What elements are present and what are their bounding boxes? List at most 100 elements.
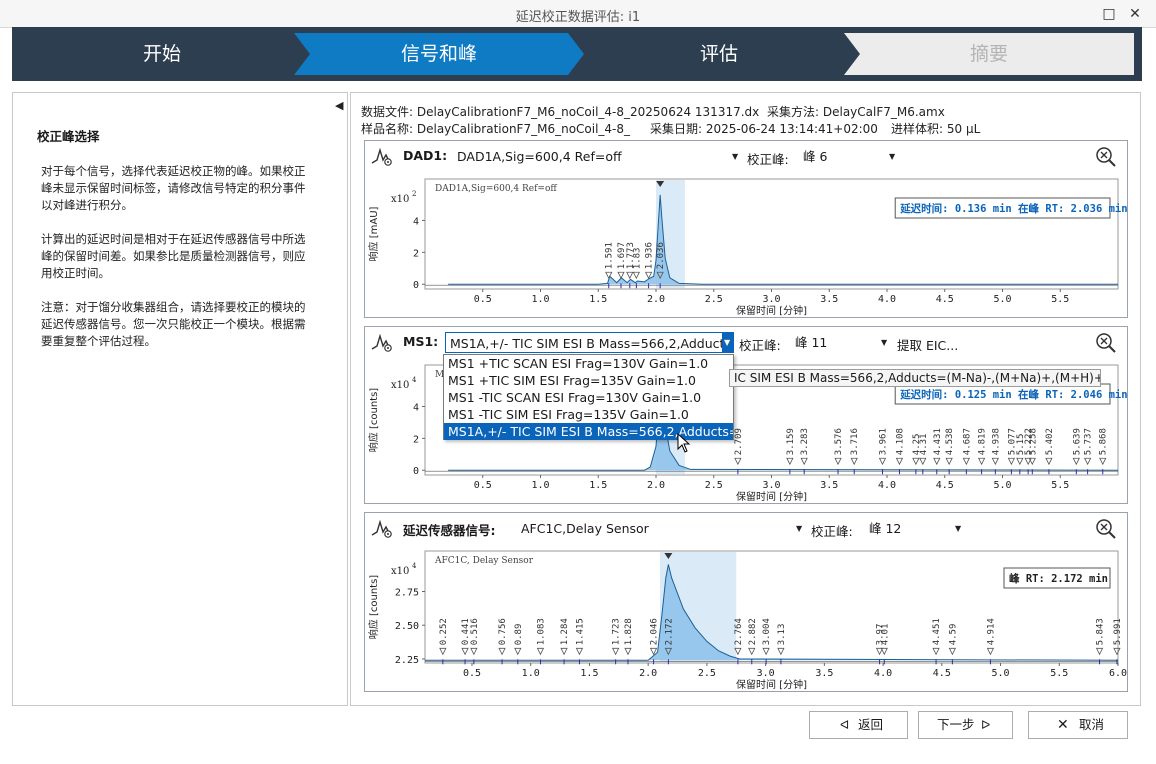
dropdown-option[interactable]: MS1 +TIC SIM ESI Frag=135V Gain=1.0 — [444, 372, 733, 389]
dad-peak-select[interactable]: 峰 6 — [799, 146, 899, 167]
sensor-peak-label: 校正峰: — [811, 524, 853, 539]
x-tick-label: 3.0 — [762, 480, 780, 491]
x-tick-label: 5.0 — [993, 294, 1011, 305]
dropdown-option[interactable]: MS1 -TIC SIM ESI Frag=135V Gain=1.0 — [444, 406, 733, 423]
chromatogram-settings-icon[interactable] — [370, 517, 394, 539]
chevron-down-icon[interactable]: ▼ — [732, 152, 738, 161]
step-start[interactable]: 开始 — [12, 33, 312, 75]
y-tick-label: 2 — [413, 248, 419, 259]
y-exponent-power: 2 — [412, 190, 416, 198]
x-tick-label: 4.5 — [933, 668, 951, 679]
peak-rt-label: 0.756 — [498, 618, 508, 645]
peak-rt-label: 1.723 — [612, 618, 622, 645]
y-tick-label: 2.75 — [395, 587, 419, 598]
dropdown-option[interactable]: MS1 +TIC SCAN ESI Frag=130V Gain=1.0 — [444, 355, 733, 372]
dad-signal-select[interactable]: DAD1A,Sig=600,4 Ref=off — [453, 146, 741, 167]
y-tick-label: 0 — [413, 466, 419, 477]
sensor-chromatogram[interactable]: 2.25 2.50 2.75 0.5 1.0 1.5 2.0 2.5 3.0 3.5 4.0 4.5 5… — [365, 543, 1127, 691]
sensor-peak-select[interactable]: 峰 12 — [865, 518, 965, 539]
chevron-down-icon[interactable]: ▼ — [889, 152, 895, 161]
zoom-reset-icon[interactable] — [1095, 332, 1117, 354]
x-tick-label: 3.0 — [757, 668, 775, 679]
chevron-down-icon[interactable]: ▼ — [881, 338, 887, 347]
chart-title: AFC1C, Delay Sensor — [434, 556, 534, 566]
peak-rt-label: 4.451 — [932, 618, 942, 645]
next-button[interactable]: 下一步 ᐅ — [918, 711, 1013, 739]
x-axis-label: 保留时间 [分钟] — [736, 304, 807, 317]
help-line: 峰的保留时间差。如果参比是质量检测器信号，则应 — [41, 249, 306, 263]
dad-signal-panel: DAD1: DAD1A,Sig=600,4 Ref=off ▼ 校正峰: 峰 6… — [364, 140, 1128, 318]
chevron-down-icon[interactable]: ▼ — [724, 338, 730, 347]
back-button[interactable]: ᐊ 返回 — [809, 711, 908, 739]
x-tick-label: 2.0 — [639, 668, 657, 679]
ms-peak-select[interactable]: 峰 11 — [791, 332, 891, 353]
help-paragraph-3: 注意：对于馏分收集器组合，请选择要校正的模块的 延迟传感器信号。您一次只能校正一… — [41, 299, 333, 350]
back-label: 返回 — [858, 717, 884, 732]
zoom-reset-icon[interactable] — [1095, 518, 1117, 540]
peak-rt-label: 5.258 — [1028, 428, 1038, 455]
ms-panel-header: MS1: MS1A,+/- TIC SIM ESI B Mass=566,2,A… — [365, 327, 1127, 357]
peak-rt-label: 0.516 — [470, 618, 480, 645]
x-tick-label: 5.5 — [1050, 668, 1068, 679]
close-icon[interactable]: ✕ — [1124, 4, 1146, 24]
chromatogram-settings-icon[interactable] — [370, 145, 394, 167]
peak-rt-label: 4.819 — [978, 428, 988, 455]
maximize-icon[interactable]: □ — [1098, 4, 1120, 24]
chevron-down-icon[interactable]: ▼ — [796, 524, 802, 533]
x-axis-label: 保留时间 [分钟] — [736, 490, 807, 503]
step-evaluate[interactable]: 评估 — [584, 33, 854, 75]
plot-area — [424, 178, 1119, 290]
dropdown-option[interactable]: MS1 -TIC SCAN ESI Frag=130V Gain=1.0 — [444, 389, 733, 406]
x-tick-label: 1.0 — [531, 294, 549, 305]
peak-rt-label: 0.252 — [439, 618, 449, 645]
peak-rt-label: 2.764 — [734, 618, 744, 645]
peak-rt-label: 5.639 — [1072, 428, 1082, 455]
collapse-panel-icon[interactable]: ◀ — [335, 99, 343, 112]
x-tick-label: 3.0 — [762, 294, 780, 305]
step-signals-peaks[interactable]: 信号和峰 — [294, 33, 584, 75]
chevron-down-icon[interactable]: ▼ — [955, 524, 961, 533]
ms-signal-dropdown[interactable]: MS1 +TIC SCAN ESI Frag=130V Gain=1.0 MS1… — [443, 354, 734, 440]
zoom-reset-icon[interactable] — [1095, 146, 1117, 168]
data-file-info: 数据文件: DelayCalibrationF7_M6_noCoil_4-8_2… — [361, 105, 760, 119]
x-tick-label: 4.5 — [936, 480, 954, 491]
help-line: 对于每个信号，选择代表延迟校正物的峰。如果校正 — [41, 164, 306, 178]
dad-chromatogram[interactable]: 0 2 4 0.5 1.0 1.5 2.0 2.5 3.0 3.5 4.0 4.5 5.0 5.5 保留时间… — [365, 171, 1127, 317]
ms-signal-select[interactable]: MS1A,+/- TIC SIM ESI B Mass=566,2,Adduct… — [445, 332, 723, 353]
cancel-button[interactable]: ✕ 取消 — [1028, 711, 1128, 739]
date-info: 采集日期: 2025-06-24 13:14:41+02:00 — [650, 122, 878, 136]
sensor-signal-select[interactable]: AFC1C,Delay Sensor — [517, 518, 805, 539]
help-paragraph-2: 计算出的延迟时间是相对于在延迟传感器信号中所选 峰的保留时间差。如果参比是质量检… — [41, 231, 333, 282]
peak-rt-label: 1.415 — [575, 618, 585, 645]
help-line: 注意：对于馏分收集器组合，请选择要校正的模块的 — [41, 300, 306, 314]
chromatogram-settings-icon[interactable] — [370, 331, 394, 353]
peak-rt-label: 3.576 — [834, 428, 844, 455]
peak-rt-label: 5.402 — [1045, 428, 1055, 455]
y-tick-label: 2.25 — [395, 655, 419, 666]
peak-rt-label: 3.716 — [850, 428, 860, 455]
y-axis-label: 响应 [counts] — [367, 575, 380, 640]
ms-peak-label: 校正峰: — [739, 338, 781, 353]
help-panel: 校正峰选择 对于每个信号，选择代表延迟校正物的峰。如果校正 峰未显示保留时间标签… — [12, 92, 348, 706]
volume-info: 进样体积: 50 µL — [891, 122, 981, 136]
x-tick-label: 4.0 — [878, 480, 896, 491]
peak-rt-label: 1.083 — [536, 618, 546, 645]
x-tick-label: 0.5 — [474, 480, 492, 491]
delay-note: 峰 RT: 2.172 min — [1009, 572, 1108, 585]
dad-panel-header: DAD1: DAD1A,Sig=600,4 Ref=off ▼ 校正峰: 峰 6… — [365, 141, 1127, 171]
peak-rt-label: 1.591 — [605, 242, 615, 269]
x-tick-label: 1.5 — [580, 668, 598, 679]
x-tick-label: 4.0 — [874, 668, 892, 679]
extract-eic-button[interactable]: 提取 EIC... — [897, 335, 958, 354]
sensor-label: 延迟传感器信号: — [403, 523, 496, 538]
x-tick-label: 6.0 — [1109, 668, 1127, 679]
chevron-right-icon: ᐅ — [981, 718, 991, 732]
peak-rt-label: 4.938 — [991, 428, 1001, 455]
delay-sensor-panel: 延迟传感器信号: AFC1C,Delay Sensor ▼ 校正峰: 峰 12 … — [364, 512, 1128, 692]
y-exponent-power: 4 — [412, 376, 417, 384]
peak-rt-label: 1.936 — [645, 242, 655, 269]
peak-rt-label: 2.046 — [650, 618, 660, 645]
y-exponent-label: x10 — [391, 566, 409, 577]
help-line: 要重复整个评估过程。 — [41, 334, 156, 348]
x-tick-label: 0.5 — [463, 668, 481, 679]
